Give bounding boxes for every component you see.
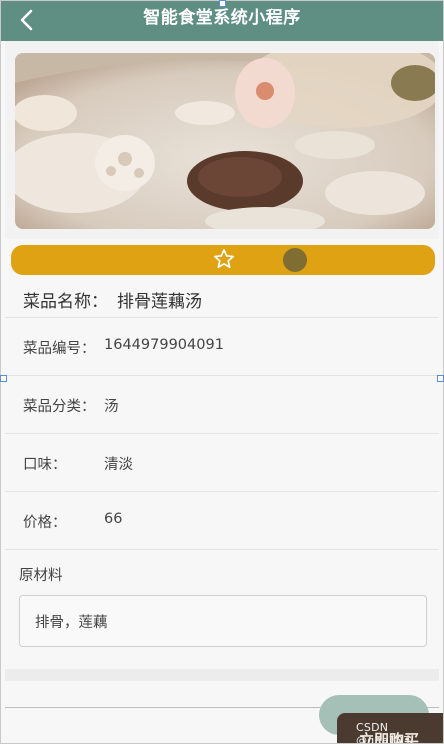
field-label: 菜品编号： (23, 341, 96, 357)
resize-handle-left[interactable] (0, 375, 7, 382)
field-value: 汤 (104, 399, 119, 415)
app-frame: 智能食堂系统小程序 菜品名称： 排骨莲藕汤 菜品编号： 164497990409… (0, 0, 444, 744)
star-outline-icon[interactable] (213, 248, 235, 270)
top-nav-bar: 智能食堂系统小程序 (1, 1, 443, 41)
banner-carousel[interactable] (5, 41, 439, 256)
dish-name-row: 菜品名称： 排骨莲藕汤 (5, 277, 439, 318)
material-value: 排骨，莲藕 (35, 615, 108, 631)
dish-name-label: 菜品名称： (23, 292, 108, 312)
material-label: 原材料 (19, 568, 63, 584)
dish-category-row: 菜品分类： 汤 (5, 376, 439, 434)
field-value: 清淡 (104, 457, 133, 473)
field-value: 66 (104, 511, 123, 527)
field-label: 菜品分类： (23, 399, 96, 415)
dish-photo (15, 53, 435, 229)
material-field: 排骨，莲藕 (19, 595, 427, 647)
field-value: 1644979904091 (104, 337, 224, 353)
dish-taste-row: 口味： 清淡 (5, 434, 439, 492)
resize-handle-right[interactable] (437, 375, 444, 382)
field-label: 价格： (23, 515, 67, 531)
watermark: CSDN @qha103 (356, 721, 411, 744)
dish-price-row: 价格： 66 (5, 492, 439, 550)
dish-detail-list: 菜品名称： 排骨莲藕汤 菜品编号： 1644979904091 菜品分类： 汤 … (5, 277, 439, 669)
touch-indicator (283, 248, 307, 272)
section-divider (5, 669, 439, 681)
dish-name-value: 排骨莲藕汤 (117, 292, 202, 312)
field-label: 口味： (23, 457, 67, 473)
dish-code-row: 菜品编号： 1644979904091 (5, 318, 439, 376)
resize-handle-top[interactable] (219, 0, 226, 7)
favorite-bar (11, 245, 435, 275)
